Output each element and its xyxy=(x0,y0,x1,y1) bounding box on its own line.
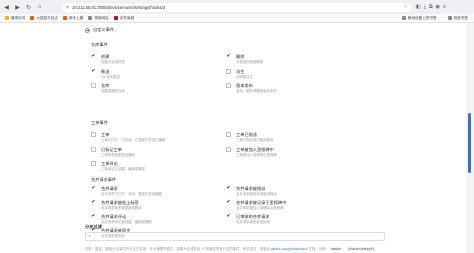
star-icon xyxy=(5,16,9,20)
checkbox-checked[interactable]: ✔ xyxy=(226,200,231,205)
extensions-icon[interactable]: ⧉ xyxy=(429,4,433,10)
event-option-desc: 工单评论已创建、编辑或删除 xyxy=(101,167,146,171)
pr-events-title: 合并请求事件 xyxy=(91,177,117,182)
scrollbar-thumb[interactable] xyxy=(468,113,471,173)
checkbox-checked[interactable]: ✔ xyxy=(91,214,96,219)
checkbox-checked[interactable]: ✔ xyxy=(91,68,96,74)
event-option-desc: 合并请求被指派或取消指派 xyxy=(236,192,277,196)
branch-filter-help: 匹配、推送、删除分支事件的分支白名单，作为通配符模式，如果为空或包含 * 则报告… xyxy=(85,247,376,251)
checkbox-unchecked[interactable] xyxy=(226,68,231,74)
event-option-desc: 创建或删除仓库 xyxy=(101,89,125,93)
branch-filter-input[interactable]: * xyxy=(85,232,385,241)
checkbox-checked[interactable]: ✔ xyxy=(91,200,96,205)
custom-events-radio[interactable] xyxy=(85,27,90,33)
folder-icon xyxy=(401,16,406,20)
branch-filter-label: 分支过滤 xyxy=(85,224,102,229)
checkbox-unchecked[interactable] xyxy=(91,83,96,88)
event-option-desc: 工单已打开、已关闭、已重新打开或已编辑 xyxy=(101,138,166,142)
bookmark-item[interactable]: 移动设备上的书签 xyxy=(401,16,437,21)
webhook-settings-page: 自定义事件... 仓库事件 工单事件 合并请求事件 ✔ 创建 创建分支或标签 ✔ 删除分… xyxy=(0,23,474,253)
bookmark-item[interactable]: 其他书签 xyxy=(447,16,468,21)
pocket-icon[interactable]: ◧ xyxy=(416,4,421,10)
shield-icon: ⛨ xyxy=(66,4,69,10)
menu-icon[interactable]: ≡ xyxy=(443,4,446,10)
event-option-desc: 工单已指派或已取消指派 xyxy=(236,138,274,142)
home-icon[interactable]: ⌂ xyxy=(35,3,44,12)
bookmark-star-icon[interactable]: ☆ xyxy=(404,4,408,10)
folder-icon xyxy=(447,16,452,20)
checkbox-checked[interactable]: ✔ xyxy=(91,54,96,59)
firefox-icon xyxy=(30,16,35,20)
custom-events-label: 自定义事件... xyxy=(93,27,118,32)
event-option-desc: 合并请求评论被创建、编辑或删除 xyxy=(101,220,152,224)
firefox-icon xyxy=(62,16,67,20)
bookmark-item[interactable]: 新手上路 xyxy=(62,16,83,21)
checkbox-unchecked[interactable] xyxy=(226,132,231,137)
reload-icon[interactable]: ↻ xyxy=(24,3,33,12)
checkbox-unchecked[interactable] xyxy=(226,83,231,88)
back-icon[interactable]: ◀ xyxy=(2,3,11,12)
event-option-desc: 合并请求标签被更新或删除 xyxy=(101,206,142,210)
bookmarks-bar: 最常访问 火狐官方站点 新手上路 常用网址 京东商城 移动设备上的书签 其他书签 xyxy=(0,14,474,23)
download-icon[interactable]: ⤓ xyxy=(424,4,426,10)
checkbox-checked[interactable]: ✔ xyxy=(226,54,231,59)
folder-icon xyxy=(88,16,93,20)
event-option-desc: 合并请求被批准或拒绝 xyxy=(236,220,270,224)
jd-icon xyxy=(113,16,118,20)
bookmark-item[interactable]: 常用网址 xyxy=(88,16,109,21)
checkbox-checked[interactable]: ✔ xyxy=(226,214,231,219)
bookmark-item[interactable]: 火狐官方站点 xyxy=(30,16,58,21)
checkbox-unchecked[interactable] xyxy=(91,146,96,152)
checkbox-unchecked[interactable] xyxy=(91,132,96,137)
checkbox-checked[interactable]: ✔ xyxy=(91,186,96,191)
event-option-desc: 合并请求被加入或移除出里程碑 xyxy=(236,206,284,210)
bookmark-item[interactable]: 最常访问 xyxy=(5,16,25,21)
browser-toolbar: ◀ ▶ ↻ ⌂ ⛨ 10.211.55.61:3000/devs/xemuvm/… xyxy=(0,0,474,14)
event-option-desc: 合并请求已打开、关闭、重新打开或编辑 xyxy=(101,192,163,196)
event-option-desc: 仓库被派生 xyxy=(236,74,253,79)
account-icon[interactable]: ◉ xyxy=(436,4,440,10)
repo-events-title: 仓库事件 xyxy=(91,42,108,47)
address-url: 10.211.55.61:3000/devs/xemuvm/settings/h… xyxy=(72,4,166,10)
event-option-desc: 工单被加入或移除出里程碑 xyxy=(236,152,277,157)
event-option-desc: 工单标签被更新或删除 xyxy=(101,152,135,157)
address-bar[interactable]: ⛨ 10.211.55.61:3000/devs/xemuvm/settings… xyxy=(62,2,412,12)
custom-events-option[interactable]: 自定义事件... xyxy=(85,27,117,33)
bookmark-item[interactable]: 京东商城 xyxy=(113,16,134,21)
checkbox-unchecked[interactable] xyxy=(91,161,96,166)
event-option-desc: 创建分支或标签 xyxy=(101,60,125,64)
event-option-desc: 分支或标签被删除 xyxy=(236,60,264,64)
event-option-desc: Git 仓库推送 xyxy=(101,74,120,79)
issue-events-title: 工单事件 xyxy=(91,120,108,125)
checkbox-unchecked[interactable] xyxy=(226,146,231,152)
glob-docs-link[interactable]: github.com/gobwas/glob xyxy=(271,247,308,251)
event-option-desc: 发布、更新或删除版本发布 xyxy=(236,89,277,93)
checkbox-checked[interactable]: ✔ xyxy=(226,186,231,191)
forward-icon[interactable]: ▶ xyxy=(13,3,22,12)
